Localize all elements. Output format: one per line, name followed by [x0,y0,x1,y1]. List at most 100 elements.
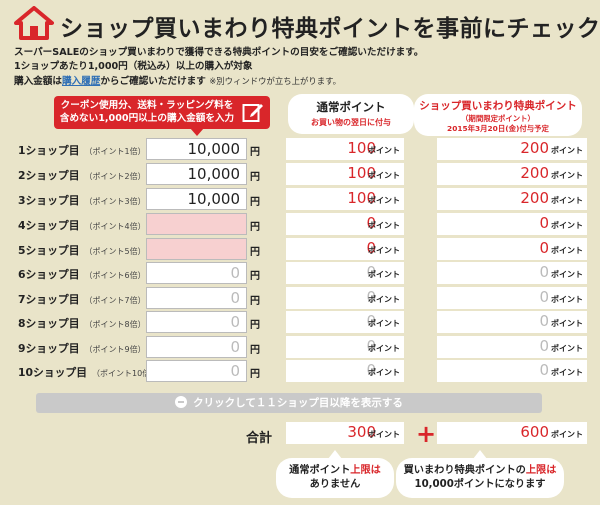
input-instruction-callout: クーポン使用分、送料・ラッピング料を 含めない1,000円以上の購入金額を入力 [54,96,270,136]
special-points-subtitle-1: （期間限定ポイント） [461,114,535,123]
special-points-value: 200 [520,139,549,157]
point-multiplier: （ポイント3倍） [84,197,146,206]
special-points-cell: 0 ポイント [437,238,587,260]
yen-unit: 円 [250,320,260,331]
purchase-amount-input[interactable]: 10,000 [146,163,247,185]
normal-limit-highlight: 上限は [350,465,381,476]
point-unit: ポイント [551,270,583,279]
shop-row-label: 8ショップ目 （ポイント8倍） [18,315,146,331]
description-line-3: 購入金額は購入履歴からご確認いただけます ※別ウィンドウが立ち上がります。 [14,74,424,89]
special-points-title: ショップ買いまわり特典ポイント [419,100,577,112]
plus-icon: + [416,420,437,448]
purchase-amount-input[interactable]: 0 [146,311,247,333]
purchase-amount-input[interactable]: 0 [146,287,247,309]
point-unit: ポイント [551,344,583,353]
purchase-amount-input[interactable]: 0 [146,336,247,358]
special-points-header: ショップ買いまわり特典ポイント （期間限定ポイント） 2015年3月20日(金)… [414,94,582,136]
special-points-value: 0 [539,312,549,330]
shop-name: 2ショップ目 [18,169,80,182]
shop-row-label: 10ショップ目 （ポイント10倍） [18,364,158,380]
point-multiplier: （ポイント4倍） [84,222,146,231]
yen-unit: 円 [250,147,260,158]
description-line-3-prefix: 購入金額は [14,76,62,87]
shop-row-3: 3ショップ目 （ポイント3倍） 10,000 円 100 ポイント 200 ポイント [0,188,600,210]
point-unit: ポイント [368,319,400,328]
yen-unit: 円 [250,345,260,356]
point-unit: ポイント [368,171,400,180]
purchase-amount-input[interactable]: 0 [146,360,247,382]
shop-row-label: 6ショップ目 （ポイント6倍） [18,266,146,282]
point-unit: ポイント [368,146,400,155]
description-line-1: スーパーSALEのショップ買いまわりで獲得できる特典ポイントの目安をご確認いただ… [14,47,424,58]
special-points-cell: 200 ポイント [437,188,587,210]
shop-row-label: 9ショップ目 （ポイント9倍） [18,340,146,356]
description-line-2: 1ショップあたり1,000円（税込み）以上の購入が対象 [14,61,253,72]
point-unit: ポイント [551,368,583,377]
show-more-shops-label: クリックして１１ショップ目以降を表示する [193,397,403,409]
normal-points-cell: 0 ポイント [286,360,404,382]
point-unit: ポイント [368,196,400,205]
special-limit-line-1: 買いまわり特典ポイントの上限は [396,464,564,478]
purchase-amount-input[interactable]: 10,000 [146,138,247,160]
special-points-value: 0 [539,263,549,281]
normal-points-limit-note: 通常ポイント上限は ありません [276,450,394,498]
special-points-value: 200 [520,189,549,207]
point-unit: ポイント [551,196,583,205]
shop-name: 3ショップ目 [18,194,80,207]
point-unit: ポイント [551,221,583,230]
show-more-shops-button[interactable]: クリックして１１ショップ目以降を表示する [36,393,542,413]
normal-limit-line-2: ありません [309,479,361,490]
description-line-3-suffix: からご確認いただけます [100,76,206,87]
special-points-cell: 0 ポイント [437,336,587,358]
point-multiplier: （ポイント6倍） [84,271,146,280]
yen-unit: 円 [250,369,260,380]
yen-unit: 円 [250,271,260,282]
normal-points-cell: 0 ポイント [286,262,404,284]
normal-points-subtitle: お買い物の翌日に付与 [311,118,391,127]
yen-unit: 円 [250,296,260,307]
callout-line-1: クーポン使用分、送料・ラッピング料を [60,100,234,111]
new-window-note: ※別ウィンドウが立ち上がります。 [209,76,342,86]
normal-points-title: 通常ポイント [316,100,386,114]
page-title: ショップ買いまわり特典ポイントを事前にチェック! [60,16,600,42]
purchase-history-link[interactable]: 購入履歴 [62,76,100,87]
special-points-value: 200 [520,164,549,182]
normal-limit-line-1: 通常ポイント上限は [276,464,394,478]
shop-name: 4ショップ目 [18,219,80,232]
special-points-value: 0 [539,337,549,355]
special-points-value: 0 [539,361,549,379]
special-points-value: 0 [539,288,549,306]
total-row: 300 ポイント 600 ポイント [0,422,600,444]
yen-unit: 円 [250,222,260,233]
shop-name: 8ショップ目 [18,317,80,330]
purchase-amount-input[interactable]: 0 [146,262,247,284]
shop-name: 10ショップ目 [18,366,88,379]
shop-name: 9ショップ目 [18,342,80,355]
point-unit: ポイント [551,319,583,328]
yen-unit: 円 [250,172,260,183]
special-limit-line-2: 10,000ポイントになります [414,479,546,490]
normal-points-cell: 100 ポイント [286,188,404,210]
normal-limit-prefix: 通常ポイント [289,465,351,476]
point-unit: ポイント [368,295,400,304]
shop-row-4: 4ショップ目 （ポイント4倍） 円 0 ポイント 0 ポイント [0,213,600,235]
point-multiplier: （ポイント7倍） [84,296,146,305]
shop-row-label: 3ショップ目 （ポイント3倍） [18,192,146,208]
point-unit: ポイント [551,146,583,155]
callout-line-2: 含めない1,000円以上の購入金額を入力 [59,113,235,124]
point-multiplier: （ポイント5倍） [84,247,146,256]
special-points-cell: 0 ポイント [437,213,587,235]
yen-unit: 円 [250,247,260,258]
purchase-amount-input[interactable] [146,213,247,235]
point-unit: ポイント [368,344,400,353]
point-multiplier: （ポイント9倍） [84,345,146,354]
shop-row-label: 5ショップ目 （ポイント5倍） [18,242,146,258]
special-points-cell: 0 ポイント [437,262,587,284]
shop-name: 5ショップ目 [18,244,80,257]
purchase-amount-input[interactable]: 10,000 [146,188,247,210]
shop-row-8: 8ショップ目 （ポイント8倍） 0 円 0 ポイント 0 ポイント [0,311,600,333]
shop-name: 7ショップ目 [18,293,80,306]
purchase-amount-input[interactable] [146,238,247,260]
special-points-cell: 0 ポイント [437,287,587,309]
shop-row-label: 1ショップ目 （ポイント1倍） [18,142,146,158]
